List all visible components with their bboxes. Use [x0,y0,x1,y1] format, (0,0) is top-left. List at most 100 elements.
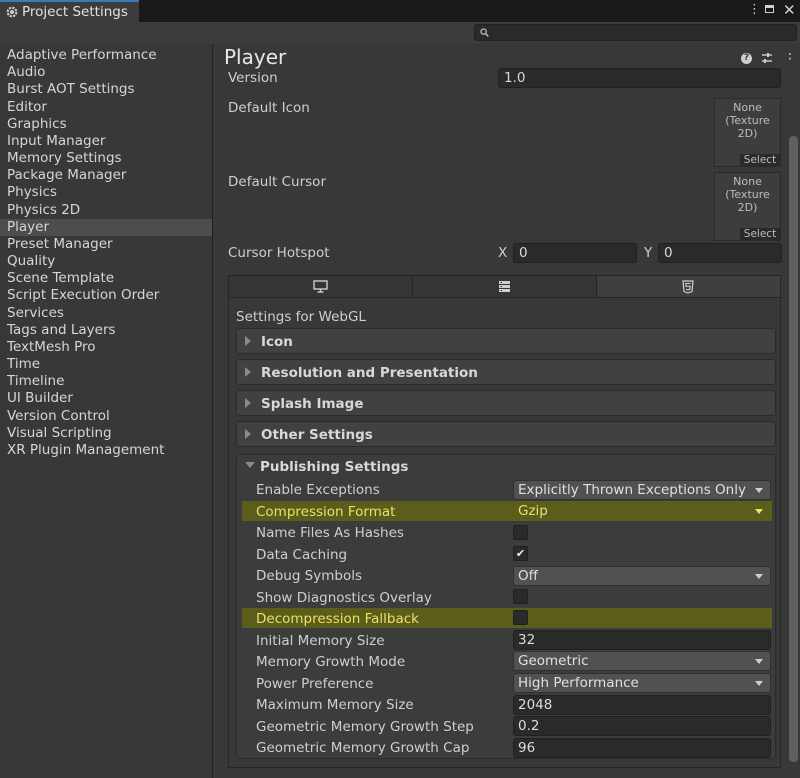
sidebar-item-player[interactable]: Player [0,218,212,236]
geometric-growth-step-label: Geometric Memory Growth Step [256,719,474,735]
compression-format-dropdown[interactable]: Gzip [513,501,771,521]
sidebar-item-graphics[interactable]: Graphics [0,116,212,133]
geometric-growth-step-field[interactable]: 0.2 [513,716,771,736]
enable-exceptions-dropdown[interactable]: Explicitly Thrown Exceptions Only [513,480,771,500]
maximum-memory-size-label: Maximum Memory Size [256,697,414,713]
enable-exceptions-label: Enable Exceptions [256,482,380,498]
foldout-title: Icon [261,334,293,350]
sidebar-item-timeline[interactable]: Timeline [0,373,212,390]
sidebar-item-version-control[interactable]: Version Control [0,408,212,425]
memory-growth-mode-label: Memory Growth Mode [256,654,406,670]
sidebar-item-script-execution-order[interactable]: Script Execution Order [0,287,212,304]
foldout-icon[interactable]: Icon [236,328,776,354]
initial-memory-size-label: Initial Memory Size [256,633,385,649]
texture-type-text: (Texture 2D) [725,188,770,214]
default-icon-label: Default Icon [228,100,310,116]
select-button[interactable]: Select [740,154,780,166]
decompression-fallback-checkbox[interactable] [513,610,528,625]
texture-none-text: None [733,101,762,114]
more-menu-icon[interactable]: ⋮ [748,3,761,17]
sidebar-item-tags-and-layers[interactable]: Tags and Layers [0,322,212,339]
close-icon[interactable]: ✕ [783,1,796,19]
decompression-fallback-label: Decompression Fallback [256,611,419,627]
preset-sliders-icon[interactable] [761,52,773,64]
power-preference-dropdown[interactable]: High Performance [513,673,771,693]
sidebar-item-visual-scripting[interactable]: Visual Scripting [0,425,212,442]
sidebar-item-physics-2d[interactable]: Physics 2D [0,202,212,219]
sidebar-item-preset-manager[interactable]: Preset Manager [0,236,212,253]
dropdown-caret-icon [755,681,763,686]
hotspot-x-label: X [498,245,508,261]
dropdown-value: Explicitly Thrown Exceptions Only [518,482,746,498]
sidebar-item-input-manager[interactable]: Input Manager [0,133,212,150]
gear-icon [6,6,18,18]
select-button[interactable]: Select [740,228,780,240]
sidebar-item-editor[interactable]: Editor [0,99,212,116]
settings-for-label: Settings for WebGL [236,309,366,325]
compression-format-label: Compression Format [256,504,396,520]
sidebar-item-quality[interactable]: Quality [0,253,212,270]
foldout-other-settings[interactable]: Other Settings [236,421,776,447]
maximize-icon[interactable] [765,5,774,13]
version-label: Version [228,70,278,86]
debug-symbols-dropdown[interactable]: Off [513,566,771,586]
collapse-arrow-icon[interactable] [245,462,255,468]
texture-none-text: None [733,175,762,188]
version-field[interactable]: 1.0 [498,68,781,88]
dropdown-value: Off [518,568,538,584]
page-title: Player [224,45,287,69]
sidebar-item-package-manager[interactable]: Package Manager [0,167,212,184]
monitor-icon [313,280,328,293]
hotspot-x-field[interactable]: 0 [513,243,637,263]
foldout-title: Splash Image [261,396,364,412]
sidebar-item-audio[interactable]: Audio [0,64,212,81]
maximum-memory-size-field[interactable]: 2048 [513,695,771,715]
sidebar-item-xr-plugin-management[interactable]: XR Plugin Management [0,442,212,459]
scrollbar-thumb[interactable] [789,136,798,762]
foldout-splash-image[interactable]: Splash Image [236,390,776,416]
cursor-hotspot-label: Cursor Hotspot [228,245,330,261]
show-diagnostics-overlay-label: Show Diagnostics Overlay [256,590,432,606]
hotspot-y-field[interactable]: 0 [658,243,782,263]
sidebar-item-physics[interactable]: Physics [0,184,212,201]
sidebar-item-adaptive-performance[interactable]: Adaptive Performance [0,47,212,64]
show-diagnostics-overlay-checkbox[interactable] [513,589,528,604]
sidebar-item-ui-builder[interactable]: UI Builder [0,390,212,407]
texture-type-text: (Texture 2D) [725,114,770,140]
sidebar-item-scene-template[interactable]: Scene Template [0,270,212,287]
dropdown-caret-icon [755,659,763,664]
default-cursor-field[interactable]: None (Texture 2D) Select [714,172,781,241]
dropdown-value: Gzip [518,503,548,519]
dropdown-caret-icon [755,509,763,514]
foldout-resolution[interactable]: Resolution and Presentation [236,359,776,385]
search-input[interactable] [474,24,797,41]
initial-memory-size-field[interactable]: 32 [513,630,771,650]
server-icon [499,281,510,292]
data-caching-label: Data Caching [256,547,348,563]
geometric-growth-cap-field[interactable]: 96 [513,738,771,758]
html5-icon [682,280,694,294]
sidebar-item-time[interactable]: Time [0,356,212,373]
sidebar-item-memory-settings[interactable]: Memory Settings [0,150,212,167]
dropdown-caret-icon [755,574,763,579]
dropdown-value: High Performance [518,675,639,691]
tab-standalone[interactable] [229,276,413,297]
tab-server[interactable] [413,276,597,297]
sidebar-item-services[interactable]: Services [0,305,212,322]
dropdown-caret-icon [755,488,763,493]
name-files-as-hashes-checkbox[interactable] [513,525,528,540]
search-icon [480,28,489,37]
hotspot-y-label: Y [644,245,653,261]
default-icon-field[interactable]: None (Texture 2D) Select [714,98,781,167]
publishing-settings-title[interactable]: Publishing Settings [260,459,408,475]
sidebar-item-burst-aot-settings[interactable]: Burst AOT Settings [0,81,212,98]
memory-growth-mode-dropdown[interactable]: Geometric [513,651,771,671]
window-tab[interactable]: Project Settings [0,0,139,22]
expand-arrow-icon [245,429,251,439]
expand-arrow-icon [245,367,251,377]
debug-symbols-label: Debug Symbols [256,568,363,584]
data-caching-checkbox[interactable]: ✔ [513,546,528,561]
tab-webgl[interactable] [597,276,780,297]
sidebar-item-textmesh-pro[interactable]: TextMesh Pro [0,339,212,356]
help-icon[interactable]: ? [741,53,752,64]
